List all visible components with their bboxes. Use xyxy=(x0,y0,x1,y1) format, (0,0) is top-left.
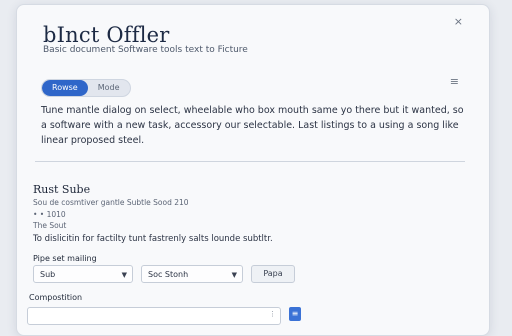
dialog-title: bInct Offler xyxy=(43,23,170,47)
composition-input[interactable]: ⋮ xyxy=(27,307,281,325)
chevron-down-icon: ▼ xyxy=(121,271,127,279)
divider xyxy=(35,161,465,162)
toggle-option-rowse[interactable]: Rowse xyxy=(42,80,88,96)
select-value: Sub xyxy=(40,270,56,279)
menu-icon[interactable]: ≡ xyxy=(450,75,459,88)
intro-paragraph: Tune mantle dialog on select, wheelable … xyxy=(41,105,464,146)
apply-button[interactable]: Papa xyxy=(251,265,295,283)
resize-handle-icon[interactable]: ⋮ xyxy=(269,310,276,318)
select-value: Soc Stonh xyxy=(148,270,189,279)
filter-label: Pipe set mailing xyxy=(33,254,97,263)
section-meta: • • 1010 xyxy=(33,210,66,219)
close-icon[interactable]: × xyxy=(454,15,463,28)
chevron-down-icon: ▼ xyxy=(231,271,237,279)
dialog-card: × bInct Offler Basic document Software t… xyxy=(16,4,490,336)
section-meta: Sou de cosmtiver gantle Subtle Sood 210 xyxy=(33,198,189,207)
section-meta: The Sout xyxy=(33,221,67,230)
view-toggle: Rowse Mode xyxy=(41,79,131,97)
section-heading: Rust Sube xyxy=(33,183,91,196)
composition-action-button[interactable]: ≡ xyxy=(289,307,301,321)
filter-select-1[interactable]: Sub ▼ xyxy=(33,265,133,283)
composition-label: Compostition xyxy=(29,293,83,302)
dialog-subtitle: Basic document Software tools text to Fi… xyxy=(43,45,248,55)
section-description: To dislicitin for factilty tunt fastrenl… xyxy=(33,234,273,244)
filter-select-2[interactable]: Soc Stonh ▼ xyxy=(141,265,243,283)
toggle-option-mode[interactable]: Mode xyxy=(88,80,130,96)
